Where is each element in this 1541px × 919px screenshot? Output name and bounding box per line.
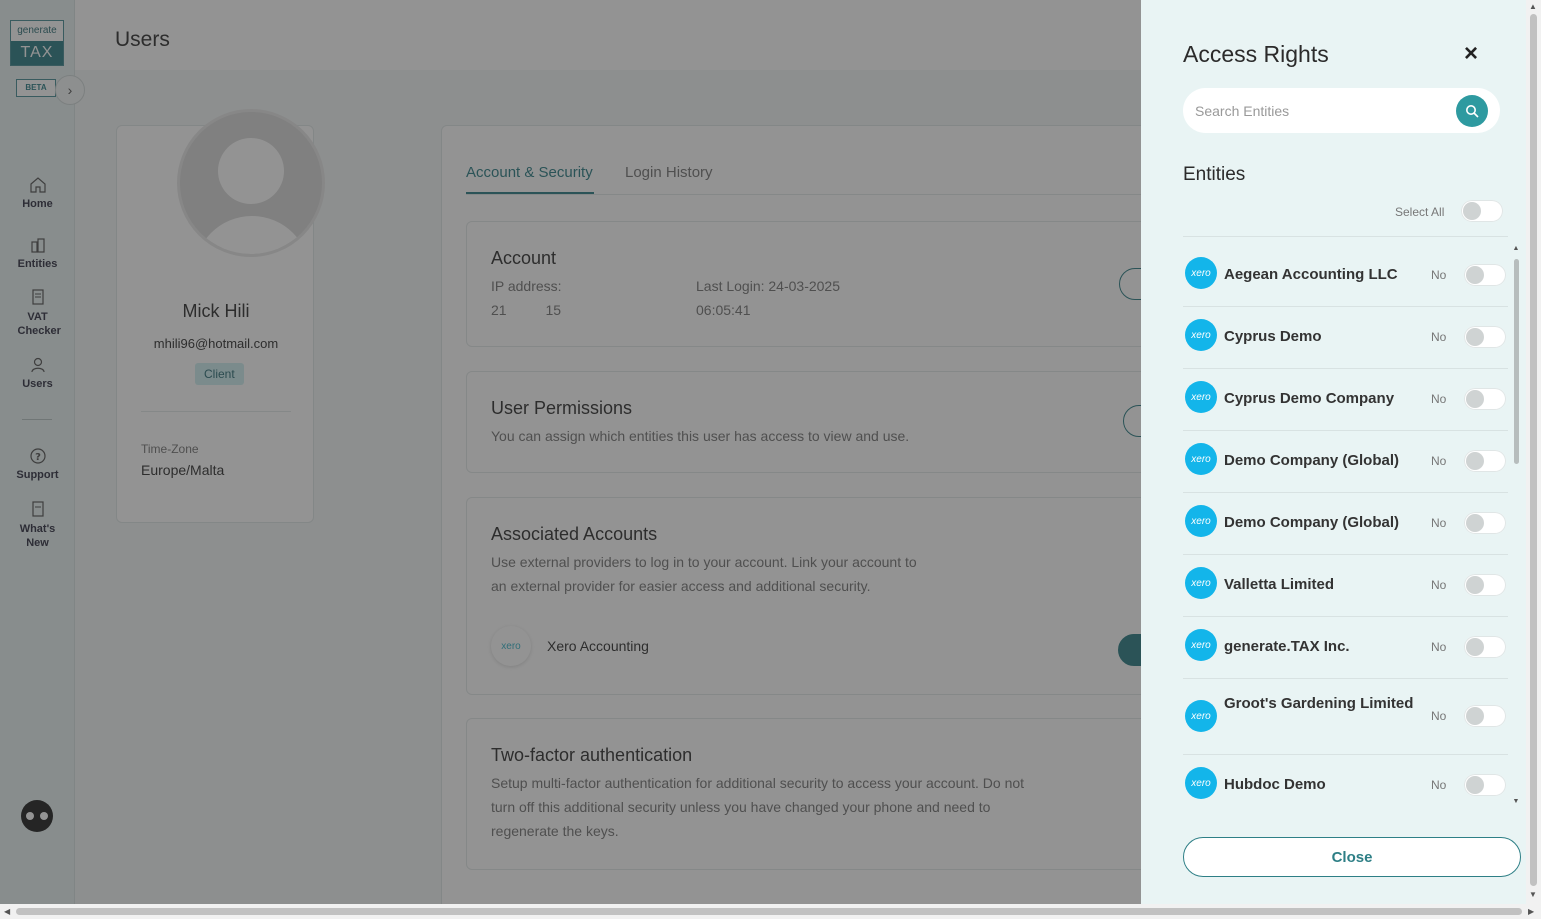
search-input[interactable]	[1195, 100, 1445, 122]
scroll-down-icon[interactable]: ▼	[1529, 890, 1537, 899]
access-toggle[interactable]	[1464, 774, 1506, 796]
xero-icon: xero	[1185, 505, 1217, 537]
list-item: xero Cyprus Demo No	[1183, 307, 1508, 369]
scroll-up-icon[interactable]: ▲	[1529, 2, 1537, 11]
close-button[interactable]: Close	[1183, 837, 1521, 877]
access-toggle[interactable]	[1464, 636, 1506, 658]
entity-name: Cyprus Demo Company	[1224, 390, 1395, 407]
entities-heading: Entities	[1183, 164, 1246, 185]
xero-icon: xero	[1185, 319, 1217, 351]
select-all-label: Select All	[1395, 205, 1445, 219]
scroll-left-icon[interactable]: ◀	[4, 907, 10, 916]
select-all-toggle[interactable]	[1461, 200, 1503, 222]
drawer-title: Access Rights	[1183, 41, 1329, 67]
scroll-up-icon[interactable]: ▲	[1512, 245, 1520, 252]
list-item: xero Hubdoc Demo No	[1183, 755, 1508, 808]
search-icon	[1466, 105, 1479, 118]
scroll-right-icon[interactable]: ▶	[1528, 907, 1534, 916]
page-horizontal-scrollbar[interactable]: ◀ ▶	[0, 904, 1541, 919]
access-status: No	[1431, 392, 1447, 406]
xero-icon: xero	[1185, 381, 1217, 413]
entity-name: generate.TAX Inc.	[1224, 638, 1350, 655]
xero-icon: xero	[1185, 257, 1217, 289]
scrollbar-thumb[interactable]	[16, 908, 1522, 915]
search-button[interactable]	[1456, 95, 1488, 127]
access-toggle[interactable]	[1464, 574, 1506, 596]
list-item: xero Groot's Gardening Limited No	[1183, 679, 1508, 755]
access-status: No	[1431, 709, 1447, 723]
list-item: xero Aegean Accounting LLC No	[1183, 245, 1508, 307]
list-item: xero Cyprus Demo Company No	[1183, 369, 1508, 431]
page-vertical-scrollbar[interactable]: ▲ ▼	[1526, 0, 1541, 904]
modal-overlay[interactable]	[0, 0, 1141, 904]
access-toggle[interactable]	[1464, 388, 1506, 410]
list-item: xero Demo Company (Global) No	[1183, 493, 1508, 555]
access-toggle[interactable]	[1464, 326, 1506, 348]
entity-list-scrollbar[interactable]: ▲ ▼	[1512, 245, 1520, 808]
entity-list: xero Aegean Accounting LLC No xero Cypru…	[1183, 245, 1508, 808]
xero-icon: xero	[1185, 767, 1217, 799]
access-toggle[interactable]	[1464, 705, 1506, 727]
access-rights-drawer: Access Rights × Entities Select All xero…	[1141, 0, 1526, 904]
scrollbar-thumb[interactable]	[1514, 259, 1519, 464]
list-item: xero Valletta Limited No	[1183, 555, 1508, 617]
scrollbar-thumb[interactable]	[1530, 14, 1537, 886]
access-status: No	[1431, 778, 1447, 792]
access-toggle[interactable]	[1464, 264, 1506, 286]
access-toggle[interactable]	[1464, 512, 1506, 534]
xero-icon: xero	[1185, 700, 1217, 732]
close-icon[interactable]: ×	[1459, 42, 1483, 66]
list-divider	[1183, 236, 1508, 237]
scroll-down-icon[interactable]: ▼	[1512, 798, 1520, 805]
list-item: xero Demo Company (Global) No	[1183, 431, 1508, 493]
search-bar	[1183, 88, 1500, 133]
access-status: No	[1431, 268, 1447, 282]
entity-name: Hubdoc Demo	[1224, 776, 1326, 793]
xero-icon: xero	[1185, 443, 1217, 475]
access-status: No	[1431, 454, 1447, 468]
entity-name: Demo Company (Global)	[1224, 452, 1400, 469]
access-toggle[interactable]	[1464, 450, 1506, 472]
entity-name: Groot's Gardening Limited	[1224, 695, 1414, 712]
access-status: No	[1431, 330, 1447, 344]
entity-name: Demo Company (Global)	[1224, 514, 1400, 531]
access-status: No	[1431, 640, 1447, 654]
entity-name: Valletta Limited	[1224, 576, 1335, 593]
entity-name: Aegean Accounting LLC	[1224, 266, 1398, 283]
access-status: No	[1431, 516, 1447, 530]
access-status: No	[1431, 578, 1447, 592]
xero-icon: xero	[1185, 629, 1217, 661]
xero-icon: xero	[1185, 567, 1217, 599]
entity-name: Cyprus Demo	[1224, 328, 1322, 345]
list-item: xero generate.TAX Inc. No	[1183, 617, 1508, 679]
